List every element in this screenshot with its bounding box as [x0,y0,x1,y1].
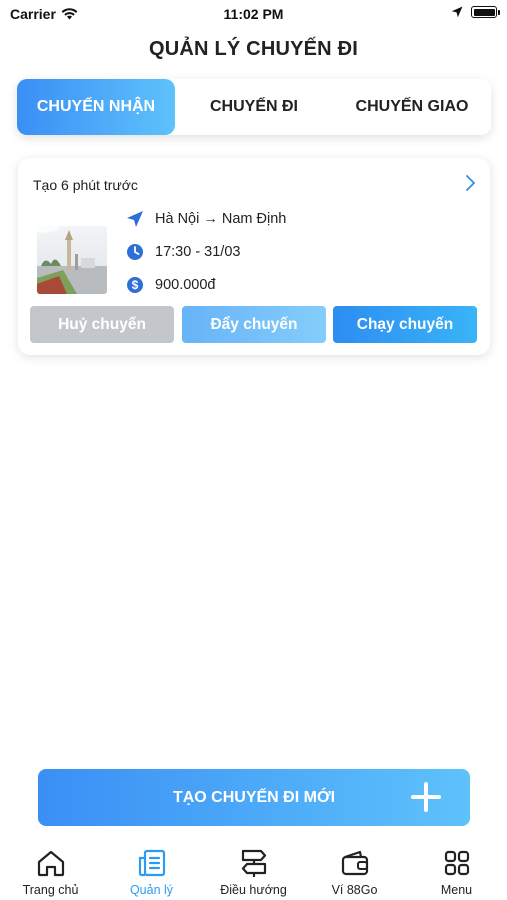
wallet-icon [341,850,368,876]
status-time: 11:02 PM [223,6,284,22]
trip-route-row: Hà Nội → Nam Định [124,208,286,230]
tab-delivered-trips[interactable]: CHUYẾN GIAO [333,79,491,135]
nav-menu[interactable]: Menu [406,840,507,897]
trip-price-row: $ 900.000đ [124,274,215,296]
plus-icon [411,782,441,812]
nav-manage-label: Quản lý [129,883,174,897]
trip-created-time: Tạo 6 phút trước [33,177,138,193]
tab-received-trips[interactable]: CHUYẾN NHẬN [17,79,175,135]
svg-text:$: $ [132,278,139,292]
trip-price: 900.000đ [155,277,216,293]
dollar-icon: $ [124,274,146,296]
trip-time-row: 17:30 - 31/03 [124,241,240,263]
trip-time: 17:30 - 31/03 [155,244,241,260]
nav-wallet-label: Ví 88Go [331,883,378,897]
home-icon [37,850,64,877]
run-trip-button[interactable]: Chạy chuyến [333,306,477,343]
create-trip-button[interactable]: TẠO CHUYẾN ĐI MỚI [38,769,470,826]
location-arrow-icon [451,6,463,18]
nav-menu-label: Menu [440,883,473,897]
nav-routing-label: Điều hướng [220,883,287,897]
trip-tabs: CHUYẾN NHẬN CHUYẾN ĐI CHUYẾN GIAO [17,79,491,135]
trip-route: Hà Nội → Nam Định [155,211,287,227]
navigation-arrow-icon [124,208,146,230]
trip-thumbnail [37,226,107,294]
nav-home[interactable]: Trang chủ [0,840,101,897]
cancel-trip-button[interactable]: Huỷ chuyến [30,306,174,343]
page-title: QUẢN LÝ CHUYẾN ĐI [149,38,358,60]
nav-routing[interactable]: Điều hướng [203,840,304,897]
clock-icon [124,241,146,263]
battery-icon [471,6,500,18]
tab-outgoing-trips[interactable]: CHUYẾN ĐI [175,79,333,135]
document-icon [138,849,165,877]
chevron-right-icon[interactable] [464,174,476,192]
trip-card[interactable]: Tạo 6 phút trước Hà Nội → Nam Định 17:30… [18,158,490,355]
nav-home-label: Trang chủ [22,883,79,897]
nav-manage[interactable]: Quản lý [101,840,202,897]
status-bar: Carrier 11:02 PM [0,0,507,28]
push-trip-button[interactable]: Đẩy chuyến [182,306,326,343]
grid-icon [444,850,469,876]
nav-wallet[interactable]: Ví 88Go [304,840,405,897]
bottom-navigation: Trang chủ Quản lý Điều hướng Ví 88Go Men… [0,840,507,900]
create-trip-label: TẠO CHUYẾN ĐI MỚI [172,788,336,806]
signpost-icon [241,849,266,877]
